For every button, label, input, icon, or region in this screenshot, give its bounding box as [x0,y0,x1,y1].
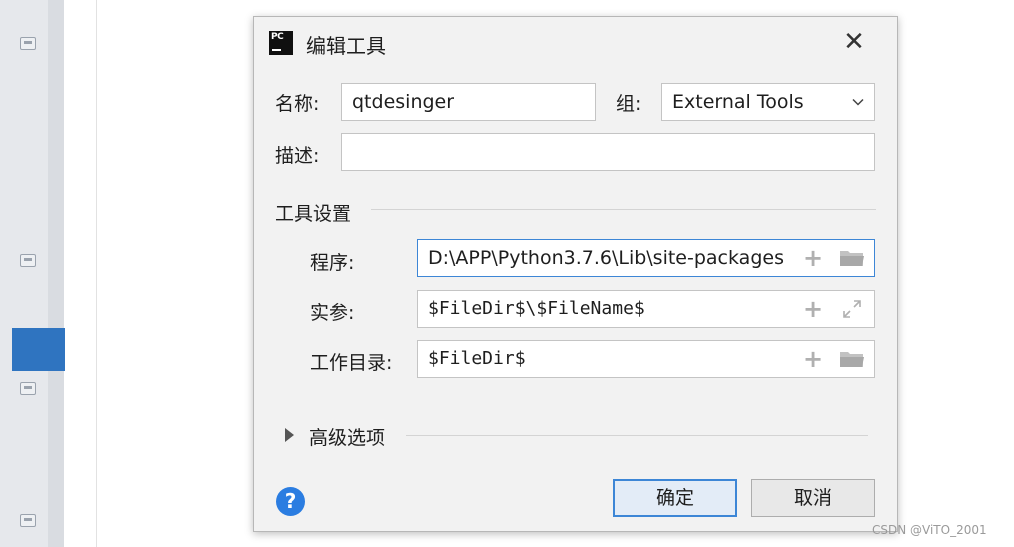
app-icon-text: PC [271,32,284,42]
program-label: 程序: [310,252,355,274]
insert-macro-icon[interactable]: + [803,347,823,371]
group-value: External Tools [672,91,804,113]
dialog-title: 编辑工具 [306,34,386,58]
name-value: qtdesinger [352,91,455,113]
ide-divider [96,0,97,547]
tool-settings-heading: 工具设置 [275,203,352,225]
expand-triangle-icon[interactable] [285,428,294,442]
chevron-down-icon [852,98,864,106]
browse-folder-icon[interactable] [839,349,865,369]
arguments-field[interactable]: $FileDir$\$FileName$ + [417,290,875,328]
panel-icon[interactable] [20,514,36,527]
cancel-button[interactable]: 取消 [751,479,875,517]
expand-icon[interactable] [841,298,863,320]
ide-side-panel [0,0,48,547]
arguments-value: $FileDir$\$FileName$ [428,298,645,319]
arguments-label: 实参: [310,302,355,324]
close-icon[interactable]: ✕ [840,29,868,57]
section-divider [371,209,876,210]
panel-icon[interactable] [20,37,36,50]
pycharm-icon: PC [266,28,296,58]
working-directory-value: $FileDir$ [428,348,526,369]
panel-icon[interactable] [20,254,36,267]
group-label: 组: [616,93,642,115]
group-select[interactable]: External Tools [661,83,875,121]
dialog-titlebar: PC 编辑工具 ✕ [254,17,897,69]
working-directory-label: 工作目录: [310,352,393,374]
edit-tool-dialog: PC 编辑工具 ✕ 名称: qtdesinger 组: External Too… [253,16,898,532]
description-label: 描述: [275,145,320,167]
program-value: D:\APP\Python3.7.6\Lib\site-packages [428,247,784,269]
name-field[interactable]: qtdesinger [341,83,596,121]
ok-button[interactable]: 确定 [613,479,737,517]
insert-macro-icon[interactable]: + [803,297,823,321]
browse-folder-icon[interactable] [839,248,865,268]
working-directory-field[interactable]: $FileDir$ + [417,340,875,378]
advanced-options-toggle[interactable]: 高级选项 [309,423,385,450]
program-field[interactable]: D:\APP\Python3.7.6\Lib\site-packages + [417,239,875,277]
watermark: CSDN @ViTO_2001 [872,523,987,537]
ide-selected-item[interactable] [12,328,65,371]
help-icon[interactable]: ? [276,487,305,516]
ide-scrollbar-track[interactable] [48,0,64,547]
name-label: 名称: [275,93,320,115]
description-field[interactable] [341,133,875,171]
panel-icon[interactable] [20,382,36,395]
insert-macro-icon[interactable]: + [803,246,823,270]
advanced-divider [406,435,868,436]
